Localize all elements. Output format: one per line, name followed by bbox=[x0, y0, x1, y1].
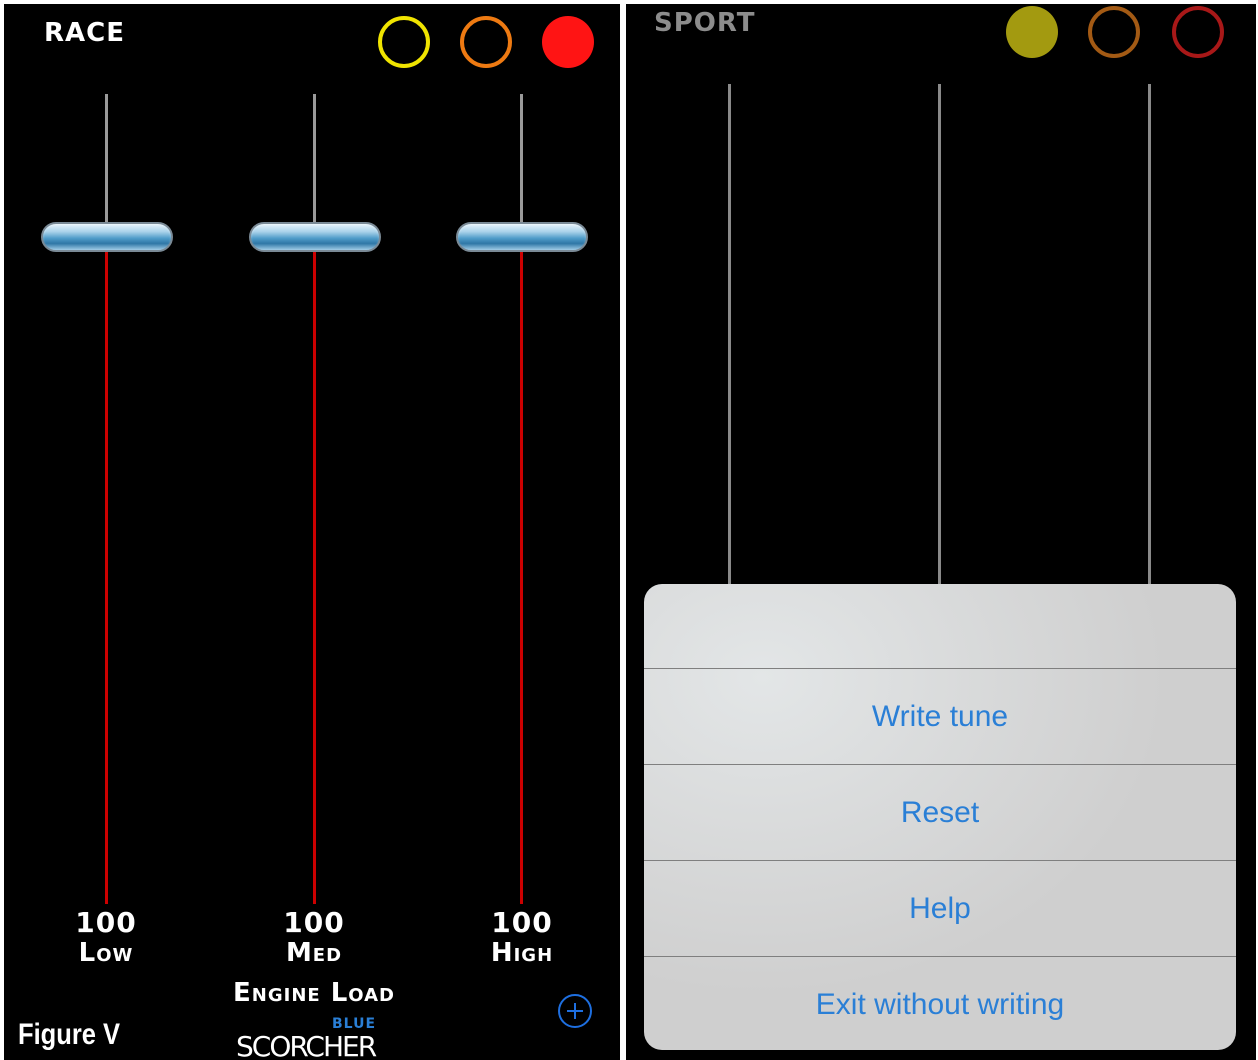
yellow-mode-circle[interactable] bbox=[378, 16, 430, 68]
med-slider-track bbox=[938, 84, 941, 584]
med-label: Med bbox=[285, 938, 343, 968]
high-slider-track-top bbox=[520, 94, 523, 234]
high-label: High bbox=[490, 938, 554, 968]
orange-mode-circle[interactable] bbox=[1088, 6, 1140, 58]
action-sheet: Write tune Reset Help Exit without writi… bbox=[644, 584, 1236, 1050]
low-slider-track-top bbox=[105, 94, 108, 234]
low-label: Low bbox=[78, 938, 134, 968]
figure-caption: Figure V bbox=[18, 1018, 121, 1051]
reset-button[interactable]: Reset bbox=[644, 764, 1236, 859]
yellow-mode-circle[interactable] bbox=[1006, 6, 1058, 58]
red-mode-circle[interactable] bbox=[1172, 6, 1224, 58]
low-slider-track bbox=[728, 84, 731, 584]
orange-mode-circle[interactable] bbox=[460, 16, 512, 68]
med-slider-handle[interactable] bbox=[249, 222, 381, 252]
high-slider-track bbox=[1148, 84, 1151, 584]
med-value: 100 bbox=[283, 906, 345, 939]
race-mode-screen: RACE 100 100 100 Low Med High Engine Loa… bbox=[4, 4, 620, 1060]
low-slider-track-filled bbox=[105, 252, 108, 904]
high-value: 100 bbox=[491, 906, 553, 939]
high-slider-handle[interactable] bbox=[456, 222, 588, 252]
plus-circle-icon[interactable] bbox=[558, 994, 592, 1028]
sport-mode-screen: SPORT Write tune Reset Help Exit without… bbox=[626, 4, 1256, 1060]
write-tune-button[interactable]: Write tune bbox=[644, 668, 1236, 763]
high-slider-track-filled bbox=[520, 252, 523, 904]
low-slider-handle[interactable] bbox=[41, 222, 173, 252]
engine-load-label: Engine Load bbox=[233, 978, 395, 1008]
red-mode-circle[interactable] bbox=[542, 16, 594, 68]
mode-title: SPORT bbox=[654, 8, 756, 38]
help-button[interactable]: Help bbox=[644, 860, 1236, 955]
scorcher-logo: BLUE SCORCHER bbox=[236, 1016, 406, 1060]
mode-title: RACE bbox=[44, 18, 125, 48]
low-value: 100 bbox=[75, 906, 137, 939]
med-slider-track-filled bbox=[313, 252, 316, 904]
logo-text: SCORCHER bbox=[236, 1030, 377, 1060]
exit-without-writing-button[interactable]: Exit without writing bbox=[644, 956, 1236, 1050]
med-slider-track-top bbox=[313, 94, 316, 234]
